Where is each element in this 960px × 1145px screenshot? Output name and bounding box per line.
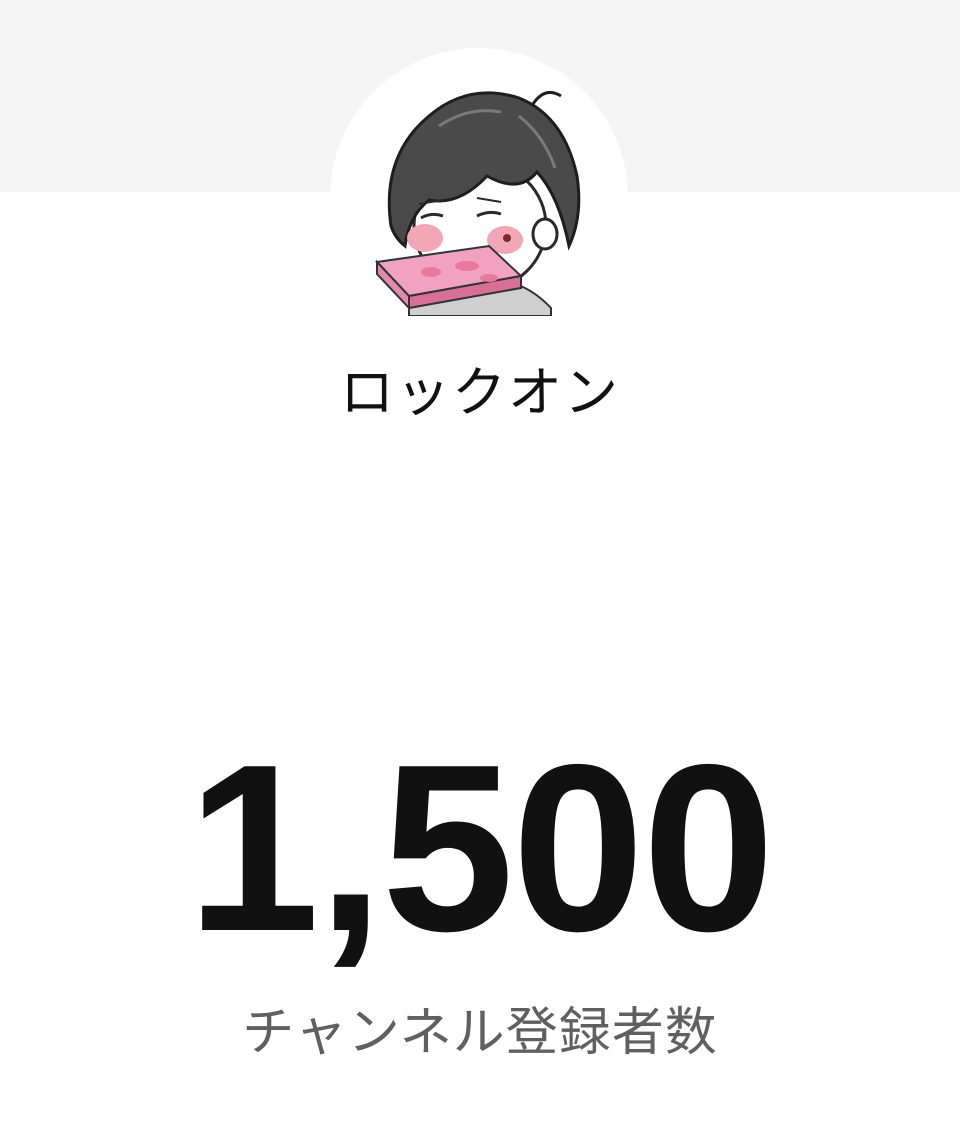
channel-name: ロックオン	[340, 361, 620, 424]
avatar[interactable]	[369, 76, 591, 316]
subscriber-count-label: チャンネル登録者数	[242, 1003, 718, 1063]
subscriber-count: 1,500	[187, 716, 775, 981]
cartoon-avatar-icon	[374, 90, 581, 316]
